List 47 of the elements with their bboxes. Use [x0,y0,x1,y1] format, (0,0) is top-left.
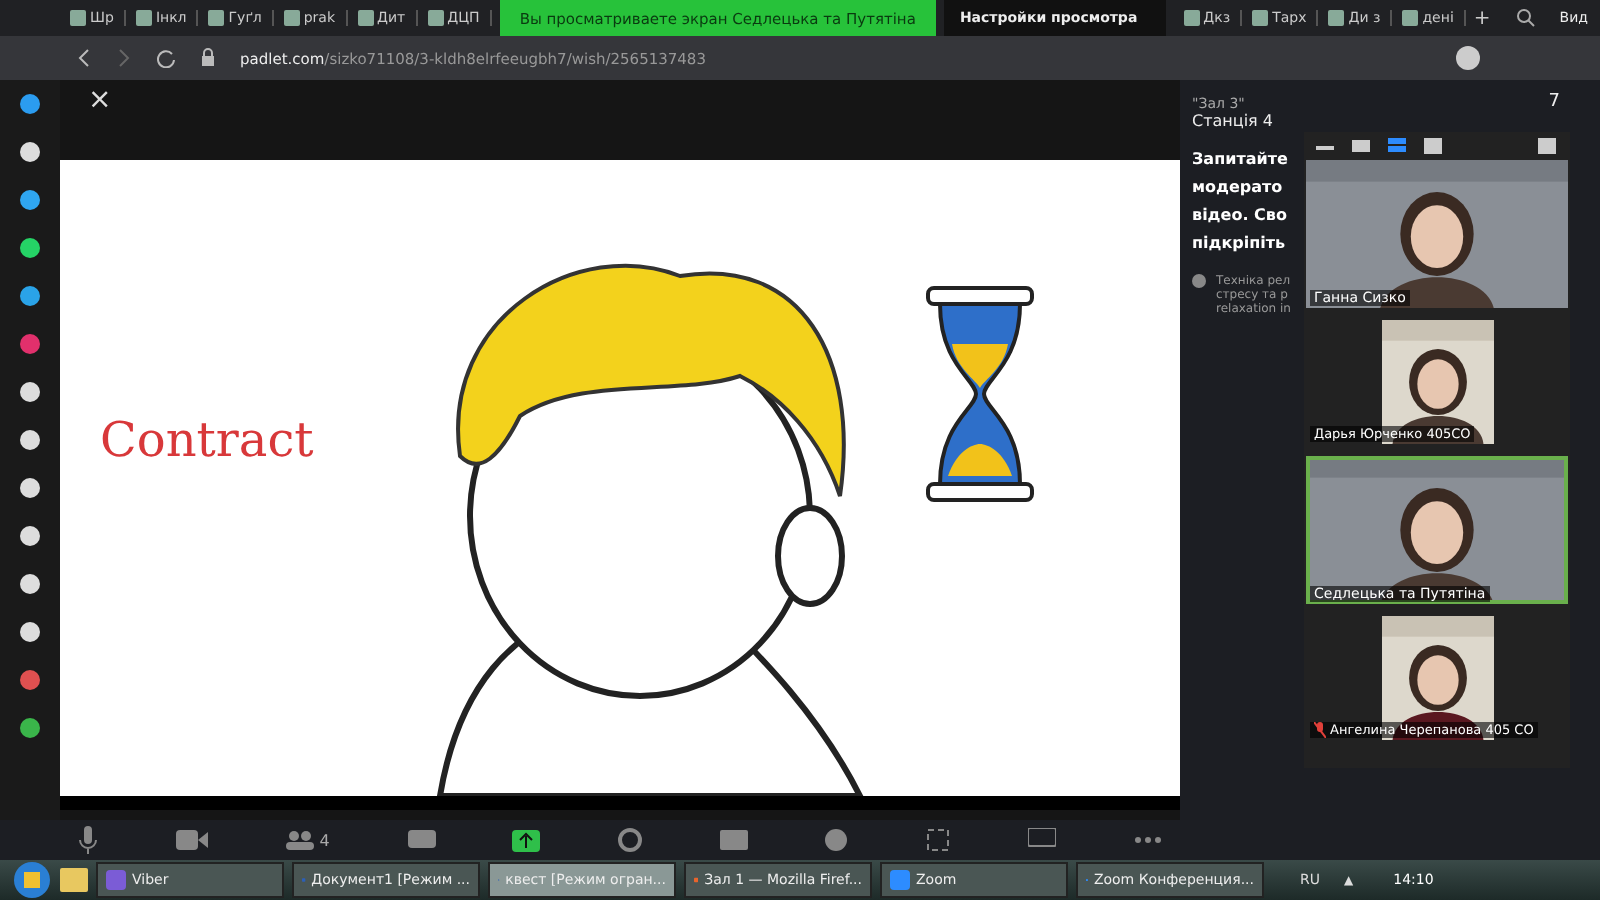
expand-icon[interactable] [1538,138,1558,154]
app-icon[interactable] [18,716,42,740]
app-icon[interactable] [18,380,42,404]
hourglass-icon [924,284,1036,504]
viber-app-icon [106,870,126,890]
more-icon[interactable] [1133,836,1162,844]
post-counter: 7 [1548,92,1560,112]
bullet-icon [1192,274,1206,288]
search-icon[interactable] [1515,8,1536,28]
speaker-view-icon[interactable] [1352,138,1372,154]
camera-icon[interactable] [176,830,209,850]
muted-mic-icon [1314,722,1326,738]
back-icon[interactable] [76,48,92,68]
app-icon[interactable] [18,428,42,452]
app-icon[interactable] [18,476,42,500]
slide-caption: Contract [100,412,314,468]
post-heading: модерато [1192,176,1283,200]
app-icon[interactable] [18,140,42,164]
people-icon [285,830,314,850]
profile-icon[interactable] [1456,46,1480,70]
app-icon[interactable] [18,284,42,308]
whiteboard-icon[interactable] [1027,828,1056,852]
app-icon[interactable] [18,236,42,260]
reload-icon[interactable] [156,48,176,68]
participants-button[interactable]: 4 [285,830,330,850]
captions-icon[interactable] [719,830,748,850]
app-icon[interactable] [18,188,42,212]
app-icon[interactable] [18,572,42,596]
start-button[interactable] [12,860,52,900]
new-tab-button[interactable]: + [1465,7,1491,29]
post-heading: Запитайте [1192,148,1288,172]
app-icon[interactable] [18,524,42,548]
chat-icon[interactable] [407,829,436,851]
app-icon[interactable] [18,620,42,644]
grid-view-icon[interactable] [1424,138,1444,154]
post-heading: підкріпіть [1192,232,1286,256]
station-label: Станція 4 [1192,112,1273,130]
app-icon[interactable] [18,92,42,116]
close-button[interactable]: × [60,80,144,160]
record-icon[interactable] [618,828,643,852]
share-screen-icon[interactable] [512,829,541,851]
reactions-icon[interactable] [824,828,849,852]
lock-icon [200,48,216,68]
strip-view-icon[interactable] [1388,138,1408,154]
apps-icon[interactable] [926,828,951,852]
microphone-icon[interactable] [78,826,99,854]
post-heading: відео. Сво [1192,204,1287,228]
